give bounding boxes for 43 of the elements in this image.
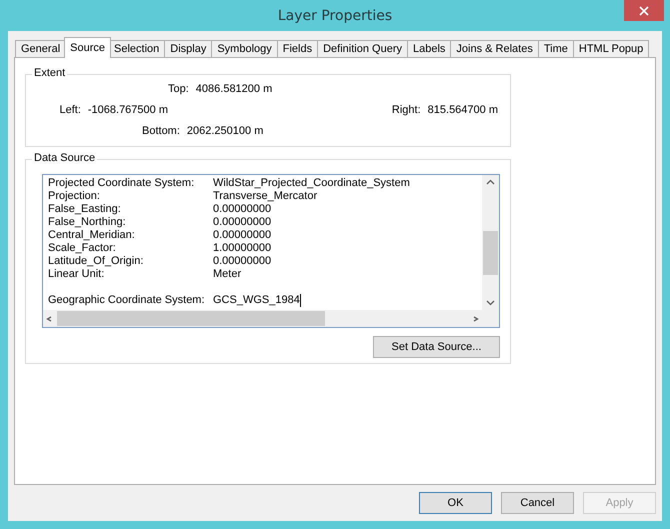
tab[interactable]: HTML Popup — [572, 40, 650, 58]
property-value: 0.00000000 — [213, 203, 272, 216]
property-value: Meter — [213, 268, 242, 281]
field-value: -1068.767500 m — [88, 104, 168, 116]
property-name: Geographic Coordinate System: — [48, 294, 206, 307]
text-area[interactable] — [42, 174, 500, 328]
property-name: Linear Unit: — [48, 268, 106, 281]
property-name: Latitude_Of_Origin: — [48, 255, 144, 268]
property-value: 0.00000000 — [213, 216, 272, 229]
property-value: WildStar_Projected_Coordinate_System — [213, 177, 410, 190]
tab[interactable]: Source — [64, 37, 111, 58]
property-value: Transverse_Mercator — [213, 190, 318, 203]
property-name: Projected Coordinate System: — [48, 177, 196, 190]
close-button[interactable] — [624, 0, 664, 21]
field-label: Bottom: — [142, 125, 180, 138]
field-label: Left: — [59, 104, 81, 116]
text-cursor — [300, 294, 301, 307]
property-value: GCS_WGS_1984 — [213, 294, 300, 307]
field-label: Right: — [392, 104, 421, 116]
property-name: Projection: — [48, 190, 101, 203]
field-value: 2062.250100 m — [186, 125, 264, 138]
property-value: 0.00000000 — [213, 255, 272, 268]
property-name: Central_Meridian: — [48, 229, 136, 242]
tab[interactable]: General — [15, 40, 66, 58]
field-value: 4086.581200 m — [196, 82, 272, 95]
property-value: 0.00000000 — [213, 229, 272, 242]
dialog-button[interactable]: OK — [419, 492, 492, 514]
property-value: 1.00000000 — [213, 242, 272, 255]
set-data-source-button[interactable]: Set Data Source... — [373, 336, 500, 358]
field-label: Top: — [168, 82, 189, 95]
vertical-scrollbar[interactable] — [482, 175, 499, 310]
scroll-thumb[interactable] — [483, 231, 498, 275]
dialog-button[interactable]: Cancel — [501, 492, 574, 514]
group-title: Data Source — [32, 152, 98, 164]
property-name: False_Northing: — [48, 216, 127, 229]
window-title: Layer Properties — [278, 8, 392, 24]
property-name: False_Easting: — [48, 203, 122, 216]
field-value: 815.564700 m — [428, 104, 498, 116]
close-icon — [639, 6, 649, 16]
group-title: Extent — [32, 67, 68, 79]
scroll-thumb[interactable] — [57, 311, 325, 326]
property-name: Scale_Factor: — [48, 242, 117, 255]
horizontal-scrollbar[interactable] — [43, 310, 482, 327]
